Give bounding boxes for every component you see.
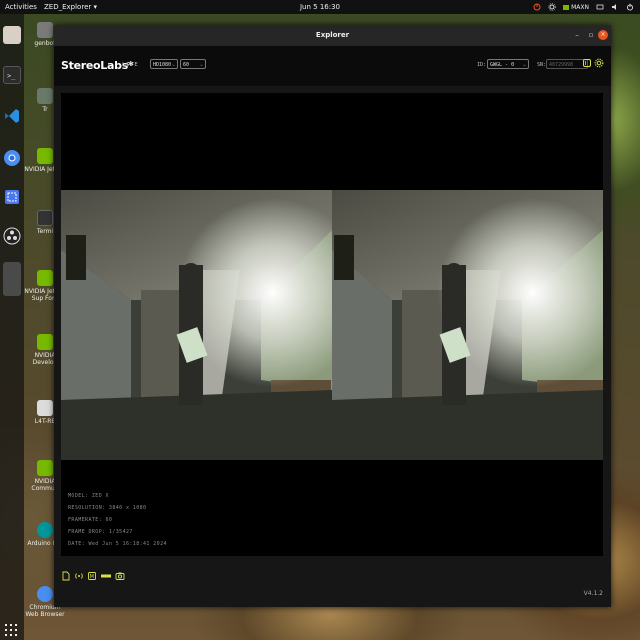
home-folder-icon [37, 22, 53, 38]
chevron-down-icon: ⌵ [199, 62, 203, 68]
stream-icon[interactable] [74, 571, 84, 581]
system-top-bar: Activities ZED_Explorer ▾ Jun 5 16:30 MA… [0, 0, 640, 14]
desktop-icon-label: Termi [36, 228, 54, 235]
desktop-icon-label: Tr [42, 106, 48, 113]
info-model: MODEL: ZED X [68, 493, 109, 499]
files-icon[interactable] [3, 26, 21, 44]
nvidia-icon [563, 4, 570, 10]
screenshot-icon[interactable] [3, 188, 21, 206]
serial-number-value: 40729998 [549, 62, 574, 68]
snapshot-camera-icon[interactable] [115, 571, 125, 581]
app-version: V4.1.2 [583, 590, 603, 597]
show-apps-icon[interactable] [5, 624, 19, 638]
trash-icon [37, 88, 53, 104]
info-resolution: RESOLUTION: 3840 x 1080 [68, 505, 147, 511]
explorer-window: Explorer – ▫ × StereoLabs* LIVE HD1080 ⌵… [54, 25, 611, 607]
left-camera-image [61, 190, 332, 460]
rec-label-icon[interactable] [100, 571, 112, 581]
camera-id-select[interactable]: GWGL - 0 ⌵ [487, 59, 529, 69]
window-title: Explorer [315, 31, 350, 39]
serial-number-label: SN: [537, 62, 547, 68]
nvidia-icon [37, 334, 53, 350]
app-header: StereoLabs* LIVE HD1080 ⌵ 60 ⌵ ID: GWGL … [54, 46, 611, 86]
fps-select-value: 60 [183, 62, 190, 68]
nvidia-power-badge[interactable]: MAXN [563, 4, 589, 11]
chevron-down-icon: ⌵ [522, 62, 526, 68]
svg-text:M: M [90, 574, 94, 580]
nvidia-power-label: MAXN [571, 3, 589, 11]
app-footer: M V4.1.2 [54, 556, 611, 607]
power-icon[interactable] [626, 3, 634, 11]
info-framerate: FRAMERATE: 60 [68, 517, 113, 523]
desktop-icon-label: genbot [34, 40, 56, 47]
system-tray: MAXN [533, 3, 634, 11]
settings-gear-icon[interactable] [594, 58, 604, 68]
stereo-video-feed[interactable] [61, 190, 603, 460]
chromium-icon[interactable] [3, 149, 21, 167]
live-indicator: LIVE [122, 62, 139, 68]
nvidia-icon [37, 460, 53, 476]
depth-icon[interactable]: M [87, 571, 97, 581]
dock: >_ [0, 14, 24, 640]
resolution-select[interactable]: HD1080 ⌵ [150, 59, 178, 69]
desktop-icon-label: L4T-RE [34, 418, 56, 425]
right-camera-image [332, 190, 603, 460]
arduino-icon [37, 522, 53, 538]
settings-icon[interactable] [548, 3, 556, 11]
terminal-icon [37, 210, 53, 226]
chevron-down-icon: ⌵ [171, 62, 175, 68]
minimize-button[interactable]: – [572, 30, 582, 40]
camera-id-select-value: GWGL - 0 [490, 62, 515, 68]
nvidia-icon [37, 270, 53, 286]
close-button[interactable]: × [598, 30, 608, 40]
vscode-icon[interactable] [3, 107, 21, 125]
nvidia-icon [37, 148, 53, 164]
zed-explorer-icon[interactable] [3, 262, 21, 296]
window-titlebar[interactable]: Explorer – ▫ × [54, 25, 611, 46]
fps-select[interactable]: 60 ⌵ [180, 59, 206, 69]
camera-device-icon[interactable] [582, 58, 592, 68]
power-mode-icon[interactable] [533, 3, 541, 11]
maximize-button[interactable]: ▫ [586, 30, 596, 40]
obs-icon[interactable] [3, 227, 21, 245]
terminal-icon[interactable]: >_ [3, 66, 21, 84]
svg-text:>_: >_ [7, 72, 16, 80]
chromium-icon [37, 586, 53, 602]
info-frame-drop: FRAME DROP: 1/35427 [68, 529, 133, 535]
network-icon[interactable] [596, 3, 604, 11]
volume-icon[interactable] [611, 3, 619, 11]
camera-info-panel: MODEL: ZED X RESOLUTION: 3840 x 1080 FRA… [68, 490, 167, 550]
info-date: DATE: Wed Jun 5 16:18:41 2024 [68, 541, 167, 547]
record-file-icon[interactable] [61, 571, 71, 581]
video-viewer[interactable]: MODEL: ZED X RESOLUTION: 3840 x 1080 FRA… [61, 93, 603, 556]
resolution-select-value: HD1080 [153, 62, 172, 68]
document-icon [37, 400, 53, 416]
camera-id-label: ID: [477, 62, 487, 68]
